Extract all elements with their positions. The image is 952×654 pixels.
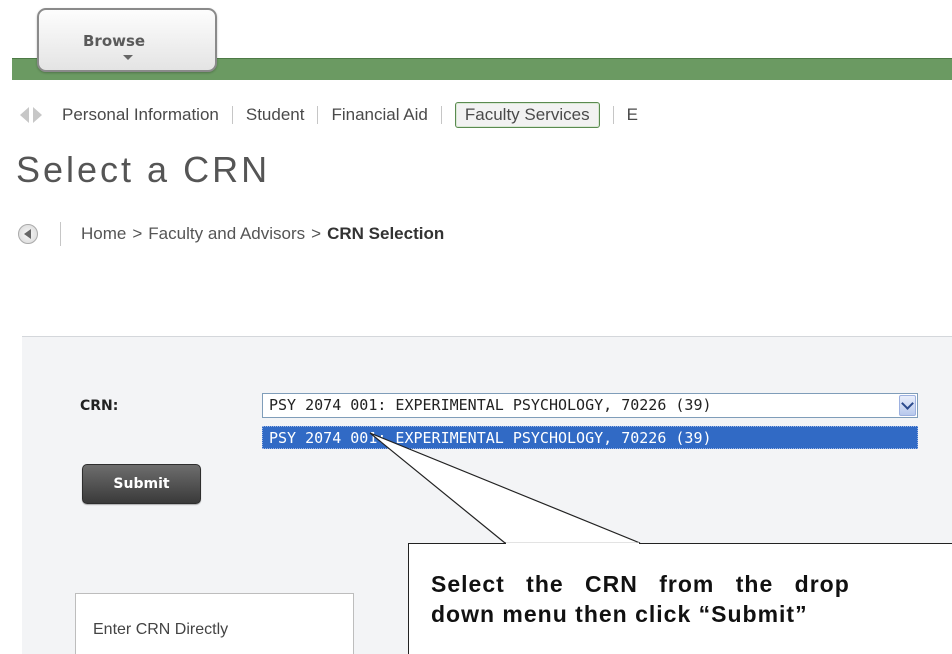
callout-pointer <box>369 432 641 546</box>
